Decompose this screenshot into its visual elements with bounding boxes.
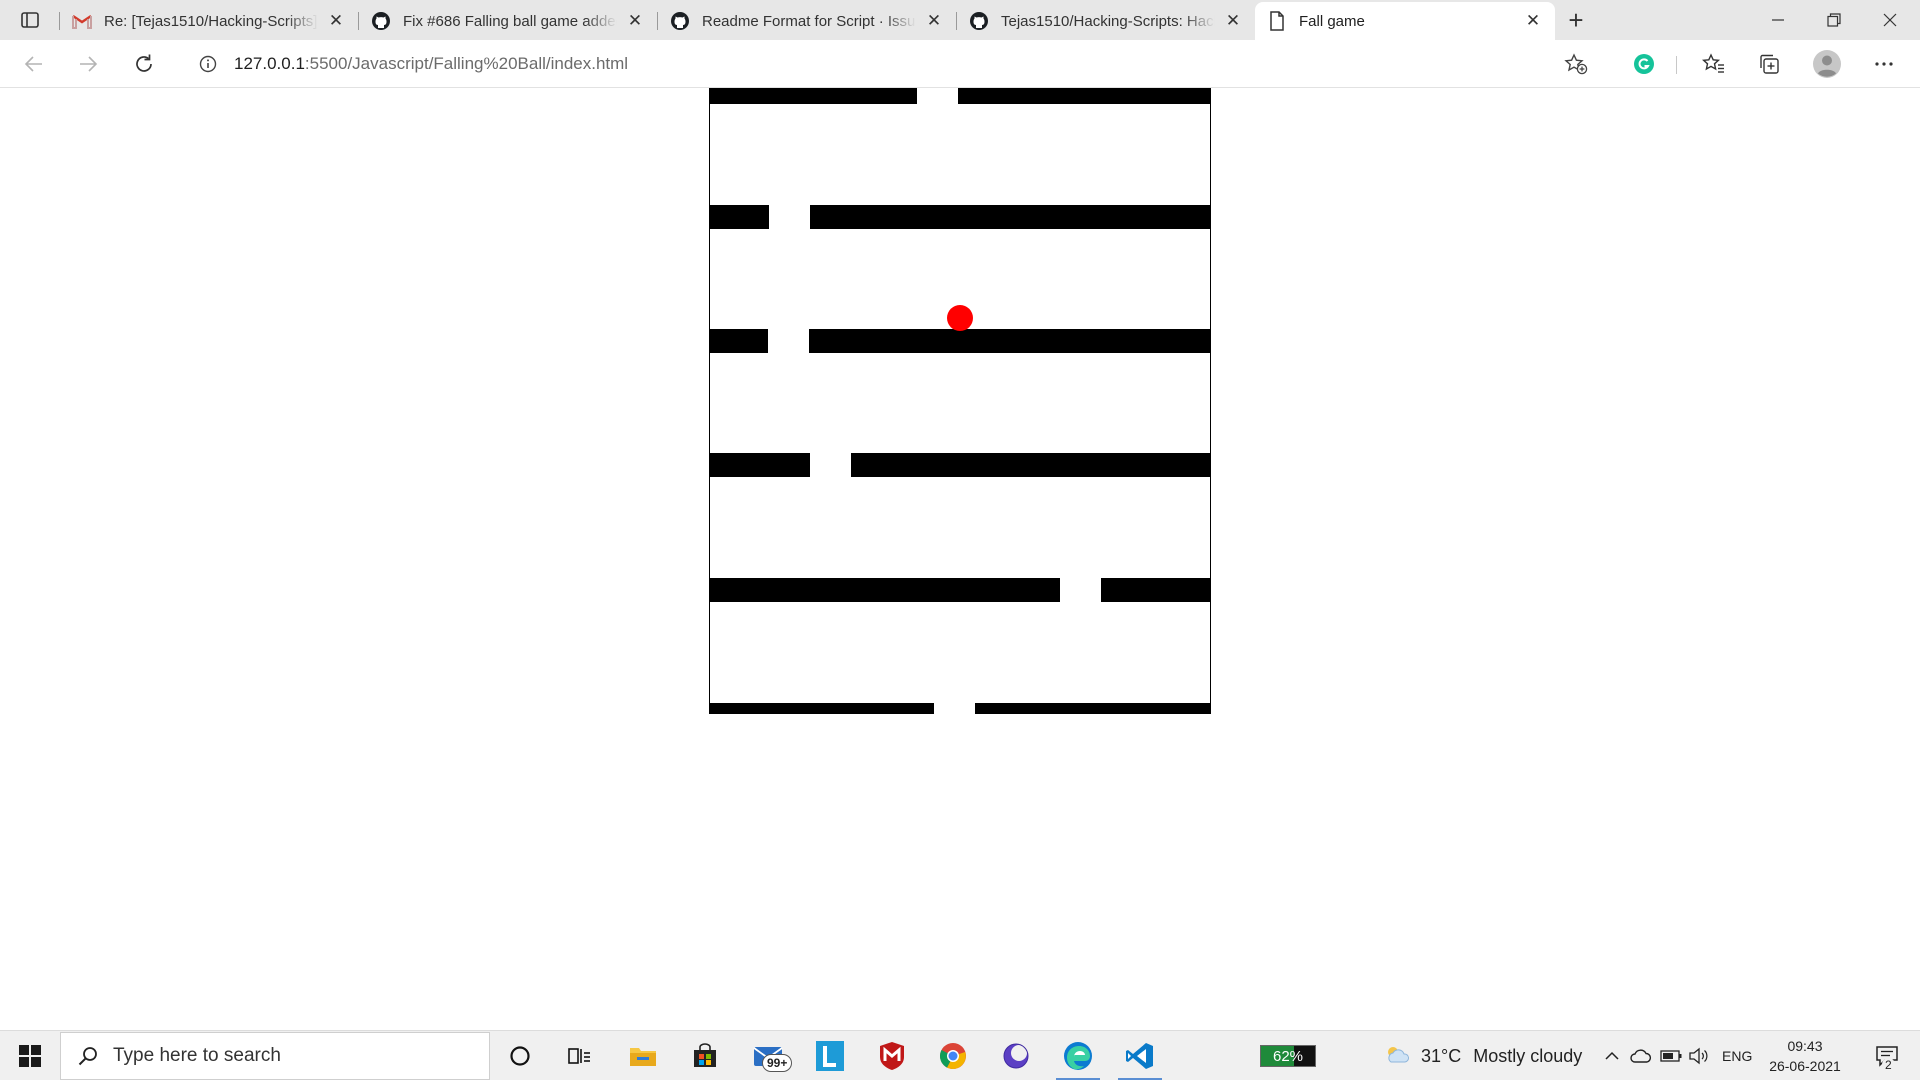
language-indicator[interactable]: ENG <box>1722 1031 1752 1080</box>
tab-title: Readme Format for Script · Issues <box>702 12 916 30</box>
windows-start-icon[interactable] <box>0 1031 60 1080</box>
platform-right-segment <box>958 88 1210 104</box>
toolbar-separator <box>1676 56 1677 74</box>
edge-icon[interactable] <box>1052 1031 1104 1080</box>
notification-count-badge: 2 <box>1882 1058 1895 1072</box>
microsoft-store-icon[interactable] <box>679 1031 731 1080</box>
show-hidden-icons-icon[interactable] <box>1600 1031 1624 1080</box>
add-favorite-icon[interactable] <box>1564 52 1588 76</box>
tab-title: Tejas1510/Hacking-Scripts: Hacking <box>1001 12 1215 30</box>
platform-right-segment <box>809 329 1210 353</box>
weather-temperature: 31°C <box>1421 1045 1462 1066</box>
task-view-icon[interactable] <box>554 1031 606 1080</box>
tab-fall-game[interactable]: Fall game ✕ <box>1255 2 1555 40</box>
tab-gmail[interactable]: Re: [Tejas1510/Hacking-Scripts] Fix ✕ <box>60 2 358 40</box>
tab-title: Re: [Tejas1510/Hacking-Scripts] Fix <box>104 12 318 30</box>
file-explorer-icon[interactable] <box>617 1031 669 1080</box>
cortana-icon[interactable] <box>494 1031 546 1080</box>
url-path: :5500/Javascript/Falling%20Ball/index.ht… <box>304 54 629 73</box>
forward-button[interactable] <box>72 48 104 80</box>
refresh-button[interactable] <box>128 48 160 80</box>
tab-title: Fix #686 Falling ball game added <box>403 12 617 30</box>
vscode-icon[interactable] <box>1114 1031 1166 1080</box>
url-host: 127.0.0.1 <box>234 54 305 73</box>
platform-left-segment <box>710 453 810 477</box>
battery-meter-widget[interactable]: 62% <box>1260 1045 1316 1067</box>
tab-strip: Re: [Tejas1510/Hacking-Scripts] Fix ✕ Fi… <box>0 0 1920 40</box>
falling-ball <box>947 305 973 331</box>
tab-repository[interactable]: Tejas1510/Hacking-Scripts: Hacking ✕ <box>957 2 1255 40</box>
platform-left-segment <box>710 88 917 104</box>
search-placeholder: Type here to search <box>113 1045 281 1066</box>
chrome-icon[interactable] <box>927 1031 979 1080</box>
l-app-icon[interactable] <box>804 1031 856 1080</box>
volume-icon[interactable] <box>1686 1031 1712 1080</box>
game-area[interactable] <box>709 88 1211 714</box>
browser-toolbar: 127.0.0.1:5500/Javascript/Falling%20Ball… <box>0 40 1920 88</box>
battery-icon[interactable] <box>1658 1031 1684 1080</box>
platform-left-segment <box>710 578 1060 602</box>
github-icon <box>670 11 690 31</box>
close-window-icon[interactable] <box>1862 0 1918 40</box>
platform-right-segment <box>975 703 1210 714</box>
search-icon <box>77 1045 99 1067</box>
minimize-icon[interactable] <box>1750 0 1806 40</box>
grammarly-icon[interactable] <box>1628 48 1660 80</box>
favorites-icon[interactable] <box>1698 48 1730 80</box>
collections-icon[interactable] <box>1753 48 1785 80</box>
platform-left-segment <box>710 329 768 353</box>
close-tab-icon[interactable]: ✕ <box>1221 9 1245 33</box>
platform-right-segment <box>810 205 1210 229</box>
page-icon <box>1267 11 1287 31</box>
firefox-nightly-icon[interactable] <box>990 1031 1042 1080</box>
close-tab-icon[interactable]: ✕ <box>1521 9 1545 33</box>
tab-title: Fall game <box>1299 12 1365 30</box>
platform-left-segment <box>710 205 769 229</box>
site-info-icon[interactable] <box>196 52 220 76</box>
close-tab-icon[interactable]: ✕ <box>922 9 946 33</box>
tab-actions-icon[interactable] <box>14 6 46 34</box>
back-button[interactable] <box>18 48 50 80</box>
action-center-icon[interactable] <box>1862 1031 1912 1080</box>
mcafee-icon[interactable] <box>866 1031 918 1080</box>
platform-right-segment <box>851 453 1210 477</box>
clock-time: 09:43 <box>1787 1038 1823 1054</box>
tab-issues[interactable]: Readme Format for Script · Issues ✕ <box>658 2 956 40</box>
profile-avatar-icon[interactable] <box>1811 48 1843 80</box>
windows-taskbar: Type here to search 99+ 62% 31°C Mostly … <box>0 1030 1920 1080</box>
platform-right-segment <box>1101 578 1210 602</box>
platform-left-segment <box>710 703 934 714</box>
weather-condition: Mostly cloudy <box>1473 1045 1583 1066</box>
weather-widget[interactable]: 31°C Mostly cloudy <box>1383 1031 1582 1080</box>
restore-icon[interactable] <box>1806 0 1862 40</box>
battery-meter-percent: 62% <box>1272 1047 1304 1065</box>
close-tab-icon[interactable]: ✕ <box>623 9 647 33</box>
address-bar[interactable]: 127.0.0.1:5500/Javascript/Falling%20Ball… <box>180 45 1600 83</box>
url-text[interactable]: 127.0.0.1:5500/Javascript/Falling%20Ball… <box>234 54 628 74</box>
partly-cloudy-icon <box>1383 1043 1411 1070</box>
system-clock[interactable]: 09:43 26-06-2021 <box>1765 1036 1845 1076</box>
github-icon <box>969 11 989 31</box>
clock-date: 26-06-2021 <box>1769 1058 1841 1074</box>
onedrive-icon[interactable] <box>1628 1031 1654 1080</box>
tab-pull-request[interactable]: Fix #686 Falling ball game added ✕ <box>359 2 657 40</box>
taskbar-search-box[interactable]: Type here to search <box>60 1032 490 1080</box>
mail-unread-badge: 99+ <box>762 1054 793 1072</box>
more-menu-icon[interactable] <box>1868 48 1900 80</box>
close-tab-icon[interactable]: ✕ <box>324 9 348 33</box>
gmail-icon <box>72 11 92 31</box>
new-tab-button[interactable]: + <box>1560 5 1592 35</box>
github-icon <box>371 11 391 31</box>
